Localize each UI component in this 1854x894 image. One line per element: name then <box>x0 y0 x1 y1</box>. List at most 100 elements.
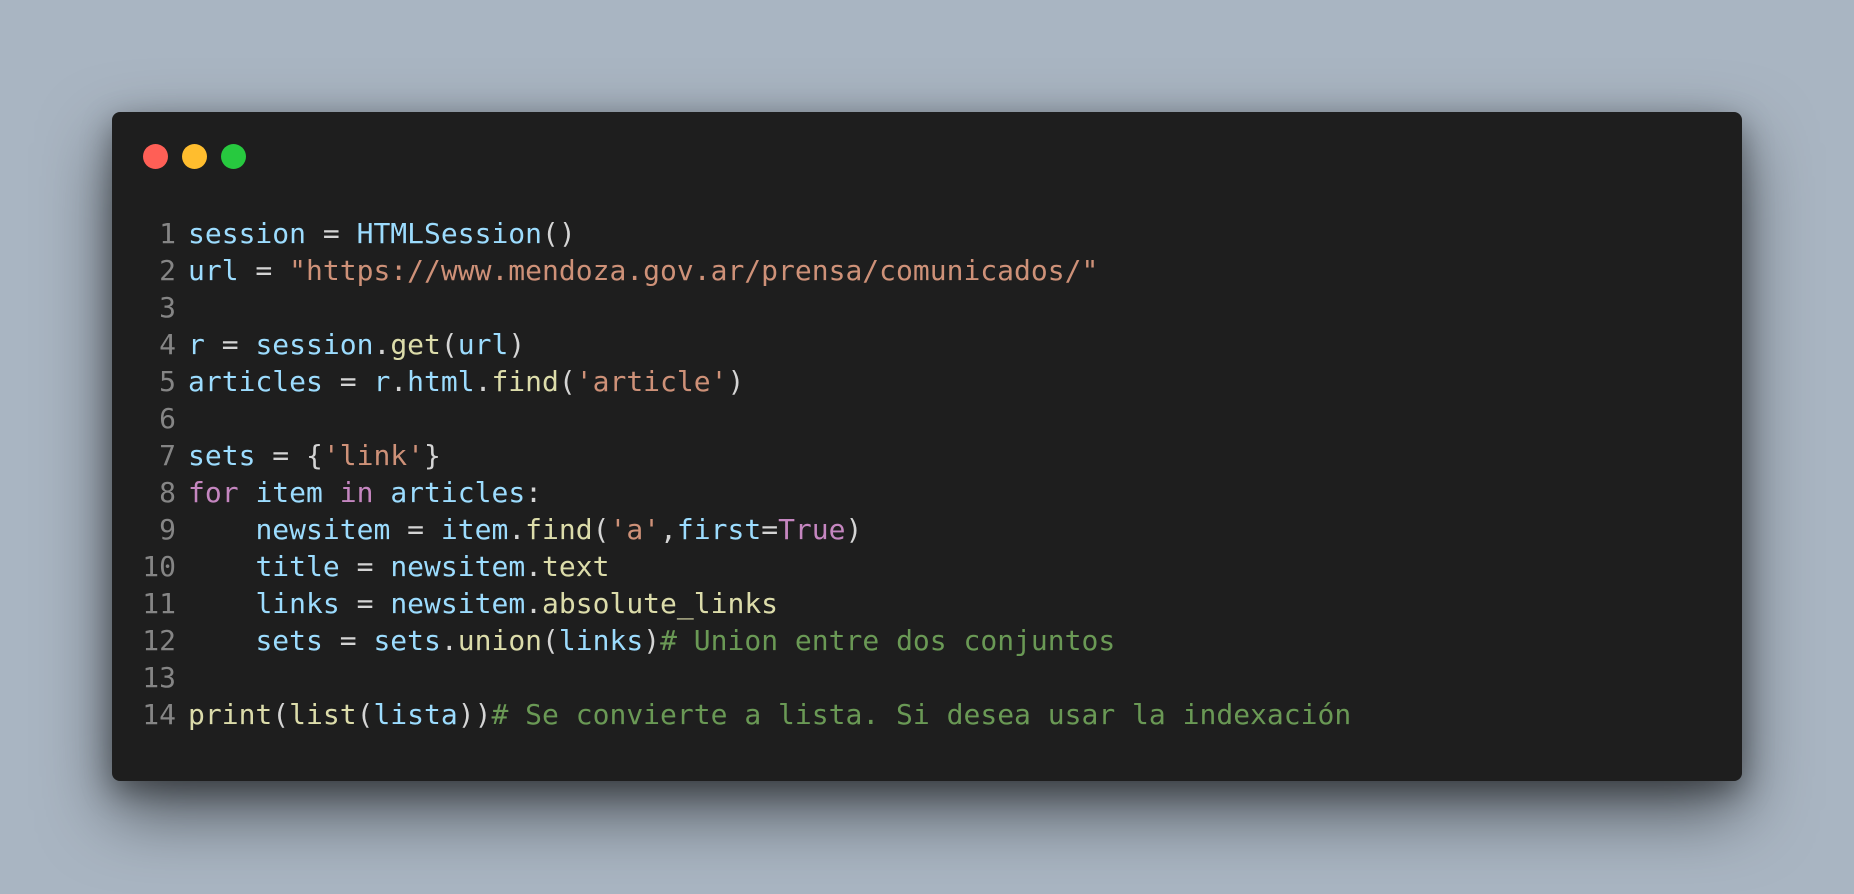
code-token-default: . <box>440 624 458 657</box>
code-line: 10 title = newsitem.text <box>112 548 1742 585</box>
code-token-variable: url <box>188 254 239 287</box>
code-text: url = "https://www.mendoza.gov.ar/prensa… <box>188 252 1098 289</box>
code-token-default <box>239 476 256 509</box>
code-token-default: ( <box>440 328 458 361</box>
code-token-variable: title <box>255 550 340 583</box>
code-token-variable: item <box>255 476 323 509</box>
code-token-function: union <box>457 624 543 657</box>
code-token-variable: session <box>255 328 374 361</box>
code-token-variable: url <box>457 328 509 361</box>
code-token-function: print <box>188 698 273 731</box>
code-text: newsitem = item.find('a',first=True) <box>188 511 862 548</box>
code-line: 12 sets = sets.union(links)# Union entre… <box>112 622 1742 659</box>
code-token-variable: newsitem <box>255 513 391 546</box>
code-token-variable: session <box>188 217 307 250</box>
code-token-default: ( <box>558 365 576 398</box>
line-number: 4 <box>159 328 176 361</box>
code-token-keyword: True <box>778 513 846 546</box>
code-token-default: ( <box>542 624 559 657</box>
code-line: 1 session = HTMLSession() <box>112 215 1742 252</box>
code-token-function: find <box>525 513 593 546</box>
code-token-default <box>188 624 255 657</box>
code-token-default: = <box>761 513 779 546</box>
code-text: sets = {'link'} <box>188 437 441 474</box>
line-number: 11 <box>142 587 176 620</box>
code-token-variable: sets <box>188 439 256 472</box>
code-token-comment: # Union entre dos conjuntos <box>660 624 1116 657</box>
line-number: 7 <box>159 439 176 472</box>
code-token-function: absolute_links <box>542 587 779 620</box>
code-line: 13 <box>112 659 1742 696</box>
code-token-default: = <box>238 254 290 287</box>
code-token-variable: links <box>558 624 644 657</box>
code-token-default: ) <box>643 624 661 657</box>
code-token-variable: sets <box>255 624 323 657</box>
code-token-variable: html <box>407 365 475 398</box>
code-token-default: . <box>508 513 526 546</box>
code-token-string: 'a' <box>609 513 661 546</box>
code-token-variable: articles <box>390 476 526 509</box>
minimize-icon[interactable] <box>182 144 207 169</box>
code-token-variable: newsitem <box>390 587 526 620</box>
code-token-default: : <box>525 476 543 509</box>
code-token-default: , <box>660 513 677 546</box>
code-token-variable: r <box>188 328 205 361</box>
code-window: 1 session = HTMLSession() 2 url = "https://… <box>112 112 1742 781</box>
line-number: 2 <box>159 254 176 287</box>
code-token-function: find <box>491 365 559 398</box>
code-editor[interactable]: 1 session = HTMLSession() 2 url = "https://… <box>112 215 1742 733</box>
code-token-default: = <box>390 513 441 546</box>
code-token-default: = <box>306 217 357 250</box>
code-token-default: ( <box>272 698 290 731</box>
code-token-default: = { <box>255 439 323 472</box>
line-number: 5 <box>159 365 176 398</box>
code-token-variable: lista <box>373 698 458 731</box>
code-line: 2 url = "https://www.mendoza.gov.ar/prens… <box>112 252 1742 289</box>
code-line: 3 <box>112 289 1742 326</box>
code-token-function: text <box>542 550 610 583</box>
code-token-default: = <box>322 365 374 398</box>
code-token-default: = <box>339 550 391 583</box>
code-token-variable: item <box>440 513 509 546</box>
code-token-default <box>188 587 255 620</box>
code-token-function: get <box>390 328 441 361</box>
code-text: links = newsitem.absolute_links <box>188 585 778 622</box>
code-text: session = HTMLSession() <box>188 215 576 252</box>
close-icon[interactable] <box>143 144 168 169</box>
code-token-comment: # Se convierte a lista. Si desea usar la… <box>491 698 1352 731</box>
code-token-variable: newsitem <box>390 550 526 583</box>
window-controls <box>143 144 246 169</box>
code-token-default: . <box>390 365 408 398</box>
code-token-default: )) <box>457 698 492 731</box>
code-line: 8 for item in articles: <box>112 474 1742 511</box>
code-text: sets = sets.union(links)# Union entre do… <box>188 622 1115 659</box>
code-line: 5 articles = r.html.find('article') <box>112 363 1742 400</box>
code-token-keyword: for <box>188 476 239 509</box>
code-token-string: 'article' <box>575 365 728 398</box>
line-number: 14 <box>142 698 176 731</box>
code-token-default: ) <box>508 328 526 361</box>
code-token-default: = <box>339 587 391 620</box>
maximize-icon[interactable] <box>221 144 246 169</box>
code-token-default: () <box>542 217 576 250</box>
code-token-default: ( <box>356 698 374 731</box>
code-token-default <box>188 550 255 583</box>
code-text: print(list(lista))# Se convierte a lista… <box>188 696 1351 733</box>
line-number: 10 <box>142 550 176 583</box>
line-number: 13 <box>142 661 176 694</box>
code-token-default <box>323 476 340 509</box>
code-token-variable: HTMLSession <box>356 217 543 250</box>
line-number: 1 <box>159 217 176 250</box>
code-line: 6 <box>112 400 1742 437</box>
code-text: for item in articles: <box>188 474 542 511</box>
line-number: 9 <box>159 513 176 546</box>
code-line: 11 links = newsitem.absolute_links <box>112 585 1742 622</box>
code-token-default: . <box>525 550 543 583</box>
code-token-default: = <box>322 624 374 657</box>
code-token-variable: r <box>373 365 391 398</box>
code-token-default: } <box>424 439 441 472</box>
line-number: 3 <box>159 291 176 324</box>
code-line: 9 newsitem = item.find('a',first=True) <box>112 511 1742 548</box>
code-token-default: . <box>525 587 543 620</box>
code-token-default: ) <box>845 513 863 546</box>
